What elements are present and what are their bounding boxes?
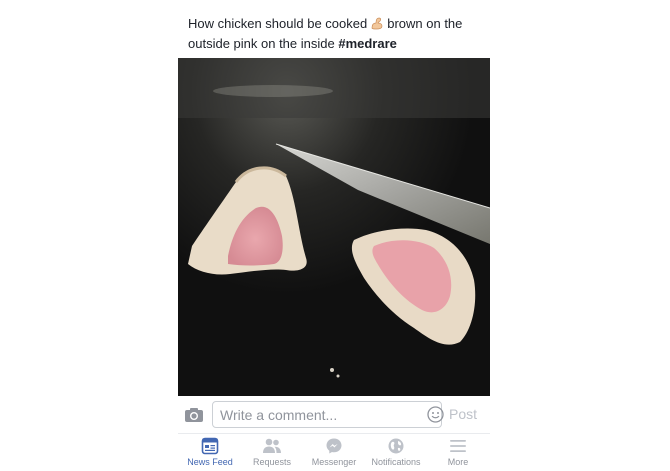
tab-label: Requests bbox=[252, 457, 292, 467]
post-text-end: brown on the bbox=[387, 16, 463, 31]
tab-label: More bbox=[447, 457, 469, 467]
news-feed-icon bbox=[178, 437, 242, 455]
globe-icon bbox=[364, 437, 428, 455]
comment-placeholder: Write a comment... bbox=[220, 407, 338, 423]
messenger-icon bbox=[302, 437, 366, 455]
tab-news-feed[interactable]: News Feed bbox=[178, 437, 242, 467]
flexed-biceps-icon bbox=[370, 16, 384, 30]
tab-notifications[interactable]: Notifications bbox=[364, 437, 428, 467]
post-photo[interactable] bbox=[178, 58, 490, 396]
post-text-start: How chicken should be cooked bbox=[188, 16, 368, 31]
comment-bar: Write a comment... Post bbox=[178, 398, 490, 432]
tab-messenger[interactable]: Messenger bbox=[302, 437, 366, 467]
tab-more[interactable]: More bbox=[426, 437, 490, 467]
tab-label: Messenger bbox=[311, 457, 357, 467]
tab-label: News Feed bbox=[187, 457, 233, 467]
camera-icon[interactable] bbox=[184, 406, 204, 424]
comment-input[interactable]: Write a comment... bbox=[212, 401, 444, 428]
hashtag-link[interactable]: #medrare bbox=[338, 36, 397, 51]
menu-icon bbox=[426, 437, 490, 455]
post-text: How chicken should be cooked brown on the… bbox=[188, 14, 488, 54]
tab-requests[interactable]: Requests bbox=[240, 437, 304, 467]
post-button[interactable]: Post bbox=[449, 406, 477, 422]
smiley-icon[interactable] bbox=[427, 406, 444, 423]
tab-label: Notifications bbox=[371, 457, 421, 467]
bottom-tab-bar: News Feed Requests Messenger Notificatio… bbox=[178, 433, 490, 471]
post-text-line2: outside pink on the inside bbox=[188, 36, 335, 51]
friend-requests-icon bbox=[240, 437, 304, 455]
